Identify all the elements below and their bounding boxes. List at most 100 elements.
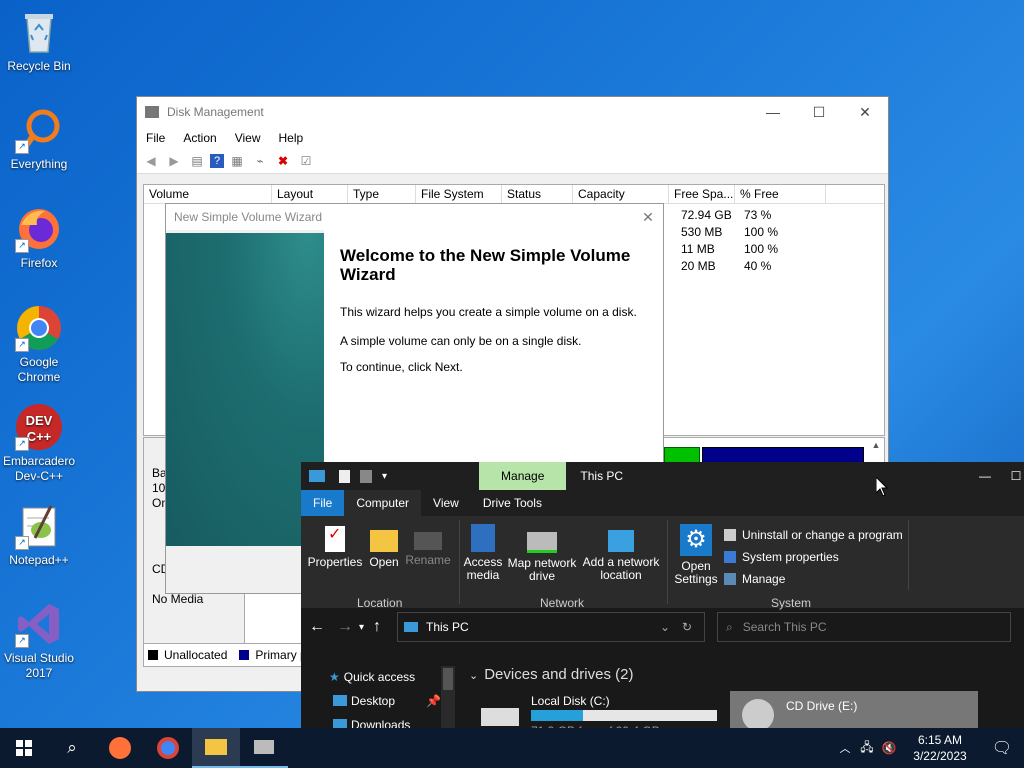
gear-icon: ⚙ bbox=[680, 524, 712, 556]
drive-c[interactable]: Local Disk (C:) 71.9 GB free of 99.4 GB bbox=[479, 694, 729, 738]
tab-drive-tools[interactable]: Drive Tools bbox=[471, 490, 554, 516]
wizard-title: New Simple Volume Wizard bbox=[174, 210, 323, 224]
properties-button[interactable]: ✓ Properties bbox=[307, 524, 363, 569]
menu-help[interactable]: Help bbox=[270, 131, 313, 145]
desktop-icon-visual-studio[interactable]: ↗ Visual Studio 2017 bbox=[2, 600, 76, 681]
rename-button[interactable]: Rename bbox=[405, 524, 451, 567]
uninstall-program-button[interactable]: Uninstall or change a program bbox=[724, 524, 903, 546]
partition-bar-primary[interactable] bbox=[702, 447, 864, 463]
menu-file[interactable]: File bbox=[137, 131, 174, 145]
new-folder-quick-icon[interactable] bbox=[360, 469, 372, 483]
connect-icon[interactable]: ⌁ bbox=[250, 152, 270, 170]
checklist-icon[interactable]: ☑ bbox=[296, 152, 316, 170]
desktop-icon-firefox[interactable]: ↗ Firefox bbox=[2, 205, 76, 271]
title-bar[interactable]: Disk Management — ☐ ✕ bbox=[137, 97, 888, 127]
tab-file[interactable]: File bbox=[301, 490, 345, 516]
taskbar-file-explorer[interactable] bbox=[192, 728, 240, 768]
list-view-icon[interactable]: ▤ bbox=[187, 152, 207, 170]
close-button[interactable]: ✕ bbox=[842, 97, 888, 127]
col-type[interactable]: Type bbox=[348, 185, 416, 203]
properties-icon[interactable]: ▦ bbox=[227, 152, 247, 170]
maximize-button[interactable]: ☐ bbox=[796, 97, 842, 127]
ribbon-divider bbox=[459, 520, 460, 604]
tab-computer[interactable]: Computer bbox=[344, 490, 422, 516]
start-button[interactable] bbox=[0, 728, 48, 768]
system-properties-button[interactable]: System properties bbox=[724, 546, 903, 568]
open-button[interactable]: Open bbox=[367, 524, 401, 569]
taskbar-firefox[interactable] bbox=[96, 737, 144, 759]
notifications-icon[interactable]: 🗨 bbox=[980, 738, 1024, 758]
drive-c-usage-bar bbox=[531, 710, 717, 721]
search-button[interactable]: ⌕ bbox=[48, 738, 96, 758]
menu-view[interactable]: View bbox=[226, 131, 270, 145]
percent-free-value: 40 % bbox=[744, 259, 772, 273]
file-explorer-window[interactable]: ▾ Manage This PC — ☐ File Computer View … bbox=[301, 462, 1024, 738]
forward-button[interactable]: → bbox=[337, 618, 359, 636]
nav-scrollbar[interactable] bbox=[441, 666, 455, 732]
help-icon[interactable]: ? bbox=[210, 154, 224, 168]
search-placeholder: Search This PC bbox=[742, 620, 827, 634]
col-layout[interactable]: Layout bbox=[272, 185, 348, 203]
search-box[interactable]: ⌕ Search This PC bbox=[717, 612, 1011, 642]
forward-arrow-icon[interactable]: ▶ bbox=[164, 152, 184, 170]
menu-action[interactable]: Action bbox=[174, 131, 225, 145]
wizard-close-button[interactable]: ✕ bbox=[633, 209, 663, 226]
tab-view[interactable]: View bbox=[421, 490, 471, 516]
up-button[interactable]: ↑ bbox=[373, 618, 395, 636]
col-capacity[interactable]: Capacity bbox=[573, 185, 669, 203]
svg-text:DEV: DEV bbox=[26, 413, 53, 428]
map-network-drive-button[interactable]: Map network drive bbox=[507, 524, 577, 583]
back-button[interactable]: ← bbox=[309, 618, 331, 636]
desktop-icon-everything[interactable]: ↗ Everything bbox=[2, 106, 76, 172]
desktop-icon-devcpp[interactable]: DEV C++ ↗ Embarcadero Dev-C++ bbox=[2, 403, 76, 484]
recent-locations-button[interactable]: ▾ bbox=[359, 622, 373, 633]
desktop-icon-chrome[interactable]: ↗ Google Chrome bbox=[2, 304, 76, 385]
desktop-icon-notepadpp[interactable]: ↗ Notepad++ bbox=[2, 502, 76, 568]
map-network-drive-label: Map network drive bbox=[507, 556, 577, 583]
delete-icon[interactable]: ✖ bbox=[273, 152, 293, 170]
table-row[interactable]: 11 MB 100 % bbox=[681, 242, 778, 256]
address-text: This PC bbox=[426, 620, 469, 634]
clock[interactable]: 6:15 AM 3/22/2023 bbox=[900, 732, 980, 764]
address-bar[interactable]: This PC ⌄ ↻ bbox=[397, 612, 705, 642]
col-status[interactable]: Status bbox=[502, 185, 573, 203]
section-title: Devices and drives (2) bbox=[484, 666, 634, 683]
desktop-icon-recycle-bin[interactable]: Recycle Bin bbox=[2, 8, 76, 74]
show-hidden-icons-button[interactable]: ︿ bbox=[834, 740, 856, 756]
col-free-space[interactable]: Free Spa... bbox=[669, 185, 735, 203]
properties-icon: ✓ bbox=[325, 526, 345, 552]
volume-muted-icon[interactable]: 🔇 bbox=[878, 741, 900, 755]
nav-quick-access[interactable]: ★ Quick access bbox=[329, 670, 415, 684]
taskbar-chrome[interactable] bbox=[144, 737, 192, 759]
minimize-button[interactable]: — bbox=[750, 97, 796, 127]
col-file-system[interactable]: File System bbox=[416, 185, 502, 203]
manage-button[interactable]: Manage bbox=[724, 568, 903, 590]
wizard-title-bar[interactable]: New Simple Volume Wizard ✕ bbox=[166, 204, 663, 230]
chrome-icon: ↗ bbox=[15, 304, 63, 352]
explorer-minimize-button[interactable]: — bbox=[962, 469, 1008, 483]
partition-bar-healthy[interactable] bbox=[664, 447, 700, 463]
nav-desktop[interactable]: Desktop 📌 bbox=[333, 694, 453, 708]
customize-quick-access-icon[interactable]: ▾ bbox=[382, 471, 387, 482]
open-settings-button[interactable]: ⚙ Open Settings bbox=[671, 524, 721, 586]
properties-quick-icon[interactable] bbox=[339, 469, 350, 483]
table-row[interactable]: 72.94 GB 73 % bbox=[681, 208, 771, 222]
back-arrow-icon[interactable]: ◀ bbox=[141, 152, 161, 170]
ribbon-tabs: File Computer View Drive Tools bbox=[301, 490, 1024, 516]
col-percent-free[interactable]: % Free bbox=[735, 185, 826, 203]
table-row[interactable]: 20 MB 40 % bbox=[681, 259, 771, 273]
address-dropdown-icon[interactable]: ⌄ bbox=[660, 620, 682, 634]
manage-context-tab[interactable]: Manage bbox=[479, 462, 567, 490]
col-volume[interactable]: Volume bbox=[144, 185, 272, 203]
access-media-button[interactable]: Access media bbox=[463, 524, 503, 582]
refresh-icon[interactable]: ↻ bbox=[682, 620, 704, 634]
devices-section-header[interactable]: ⌄ Devices and drives (2) bbox=[469, 666, 633, 683]
table-row[interactable]: 530 MB 100 % bbox=[681, 225, 778, 239]
add-network-location-button[interactable]: Add a network location bbox=[581, 524, 661, 582]
taskbar-disk-management[interactable] bbox=[240, 728, 288, 768]
drive-e[interactable]: CD Drive (E:) bbox=[730, 691, 978, 732]
network-icon[interactable]: 🖧 bbox=[856, 738, 878, 759]
explorer-maximize-button[interactable]: ☐ bbox=[1008, 469, 1024, 483]
explorer-title-bar[interactable]: ▾ Manage This PC — ☐ bbox=[301, 462, 1024, 490]
scroll-up-icon[interactable]: ▲ bbox=[870, 440, 882, 452]
